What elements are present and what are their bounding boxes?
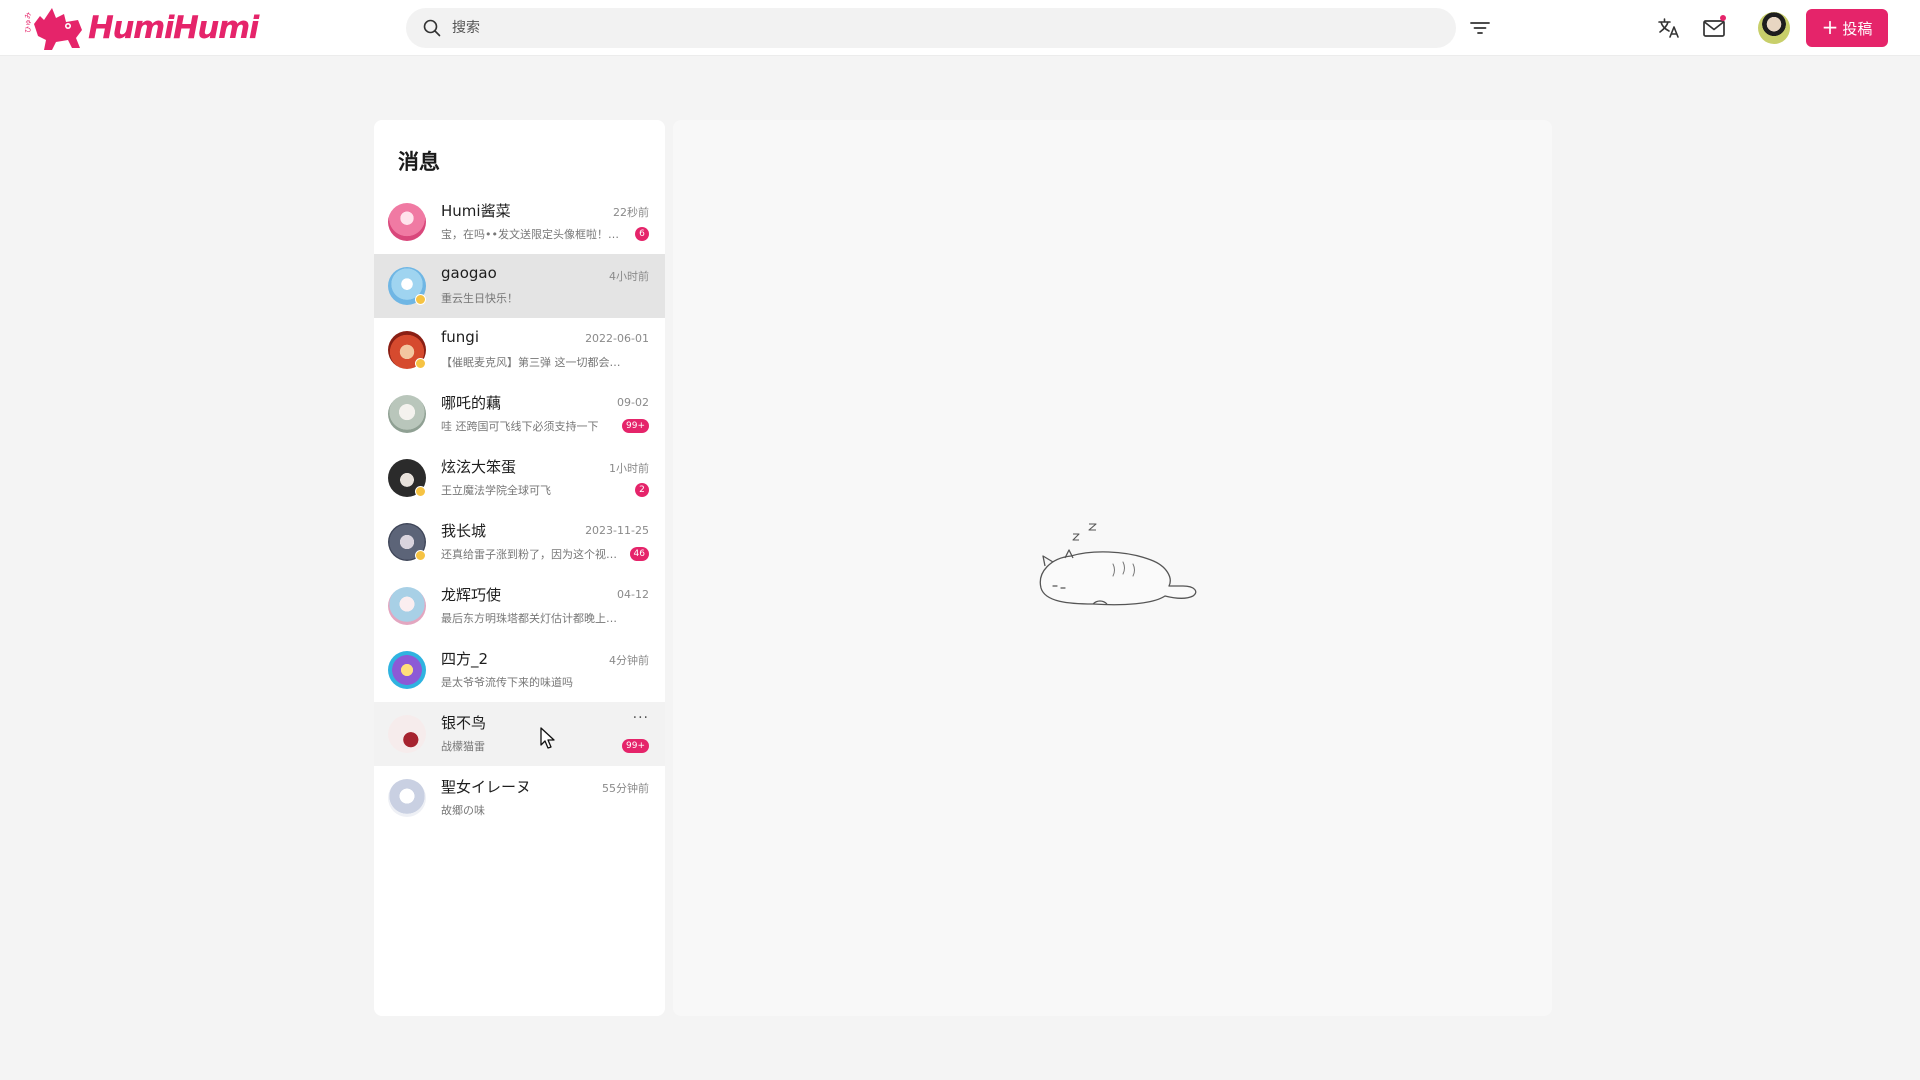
conversation-time: 2022-06-01 <box>585 332 649 345</box>
conversation-time: 2023-11-25 <box>585 524 649 537</box>
avatar <box>388 651 426 689</box>
unread-badge: 2 <box>635 483 649 497</box>
upload-button[interactable]: + 投稿 <box>1806 9 1888 47</box>
more-options-icon[interactable]: ··· <box>633 710 649 726</box>
conversation-time: 55分钟前 <box>602 782 649 795</box>
notification-dot <box>1720 15 1726 21</box>
conversation-list: Humi酱菜 22秒前 宝，在吗••发文送限定头像框啦！快来领取吧 6 gaog… <box>374 190 665 830</box>
verified-badge-icon <box>415 358 426 369</box>
user-avatar[interactable] <box>1758 12 1790 44</box>
conversation-preview: 王立魔法学院全球可飞 <box>441 484 551 497</box>
plus-icon: + <box>1821 15 1839 39</box>
unread-badge: 99+ <box>622 419 649 433</box>
upload-button-label: 投稿 <box>1842 19 1873 38</box>
top-navigation-bar: ひゅみ HumiHumi + 投稿 <box>0 0 1920 56</box>
page-title: 消息 <box>398 150 440 174</box>
conversation-name: gaogao <box>441 264 497 282</box>
conversation-name: 炫泫大笨蛋 <box>441 458 517 476</box>
conversation-time: 04-12 <box>617 588 649 601</box>
conversation-item[interactable]: 我长城 2023-11-25 还真给雷子涨到粉了，因为这个视频涨粉 46 <box>374 510 665 574</box>
conversation-item[interactable]: 银不鸟 ··· 战檬猫雷 99+ <box>374 702 665 766</box>
conversation-name: 四方_2 <box>441 650 489 668</box>
conversation-preview: 战檬猫雷 <box>441 740 485 753</box>
conversation-item[interactable]: 龙辉巧使 04-12 最后东方明珠塔都关灯估计都晚上了吧 <box>374 574 665 638</box>
conversation-name: 聖女イレーヌ <box>441 778 532 796</box>
svg-text:ひゅみ: ひゅみ <box>24 12 32 33</box>
conversation-preview: 【催眠麦克风】第三弹 这一切都会成为过去吧 <box>441 356 621 369</box>
translate-icon[interactable] <box>1656 15 1682 41</box>
conversation-item[interactable]: 哪吒的藕 09-02 哇 还跨国可飞线下必须支持一下 99+ <box>374 382 665 446</box>
conversation-time: 4小时前 <box>609 270 649 283</box>
avatar <box>388 715 426 753</box>
verified-badge-icon <box>415 550 426 561</box>
search-icon <box>423 19 441 37</box>
unread-badge: 46 <box>629 547 649 561</box>
conversation-preview: 哇 还跨国可飞线下必须支持一下 <box>441 420 599 433</box>
conversation-preview: 宝，在吗••发文送限定头像框啦！快来领取吧 <box>441 228 621 241</box>
avatar <box>388 203 426 241</box>
conversation-preview: 故郷の味 <box>441 804 485 817</box>
conversation-name: fungi <box>441 328 479 346</box>
sleeping-cat-illustration <box>1039 523 1197 606</box>
conversation-item[interactable]: gaogao 4小时前 重云生日快乐！ <box>374 254 665 318</box>
conversation-name: Humi酱菜 <box>441 202 511 220</box>
conversation-item[interactable]: 四方_2 4分钟前 是太爷爷流传下来的味道吗 <box>374 638 665 702</box>
verified-badge-icon <box>415 294 426 305</box>
filter-icon[interactable] <box>1468 16 1492 40</box>
conversation-preview: 还真给雷子涨到粉了，因为这个视频涨粉 <box>441 548 621 561</box>
conversation-name: 龙辉巧使 <box>441 586 502 604</box>
conversation-time: 4分钟前 <box>609 654 649 667</box>
conversation-name: 银不鸟 <box>441 714 487 732</box>
conversation-item[interactable]: 炫泫大笨蛋 1小时前 王立魔法学院全球可飞 2 <box>374 446 665 510</box>
mouse-cursor-icon <box>540 727 555 749</box>
conversation-preview: 重云生日快乐！ <box>441 292 518 305</box>
search-input[interactable] <box>452 8 1432 48</box>
conversation-time: 1小时前 <box>609 462 649 475</box>
avatar <box>388 587 426 625</box>
humihumi-logo[interactable]: ひゅみ HumiHumi <box>22 4 259 52</box>
conversation-name: 哪吒的藕 <box>441 394 502 412</box>
unread-badge: 6 <box>635 227 649 241</box>
logo-mascot-icon: ひゅみ <box>24 8 82 50</box>
conversation-item[interactable]: fungi 2022-06-01 【催眠麦克风】第三弹 这一切都会成为过去吧 <box>374 318 665 382</box>
message-list-panel: 消息 Humi酱菜 22秒前 宝，在吗••发文送限定头像框啦！快来领取吧 6 g… <box>374 120 665 1016</box>
conversation-preview: 是太爷爷流传下来的味道吗 <box>441 676 573 689</box>
conversation-name: 我长城 <box>441 522 487 540</box>
conversation-item[interactable]: Humi酱菜 22秒前 宝，在吗••发文送限定头像框啦！快来领取吧 6 <box>374 190 665 254</box>
search-bar <box>406 8 1456 48</box>
verified-badge-icon <box>415 486 426 497</box>
conversation-time: 09-02 <box>617 396 649 409</box>
conversation-time: 22秒前 <box>613 206 649 219</box>
conversation-preview: 最后东方明珠塔都关灯估计都晚上了吧 <box>441 612 621 625</box>
chat-panel <box>673 120 1552 1016</box>
avatar <box>388 779 426 817</box>
conversation-item[interactable]: 聖女イレーヌ 55分钟前 故郷の味 <box>374 766 665 830</box>
logo-wordmark: HumiHumi <box>88 10 259 46</box>
avatar <box>388 395 426 433</box>
unread-badge: 99+ <box>622 739 649 753</box>
